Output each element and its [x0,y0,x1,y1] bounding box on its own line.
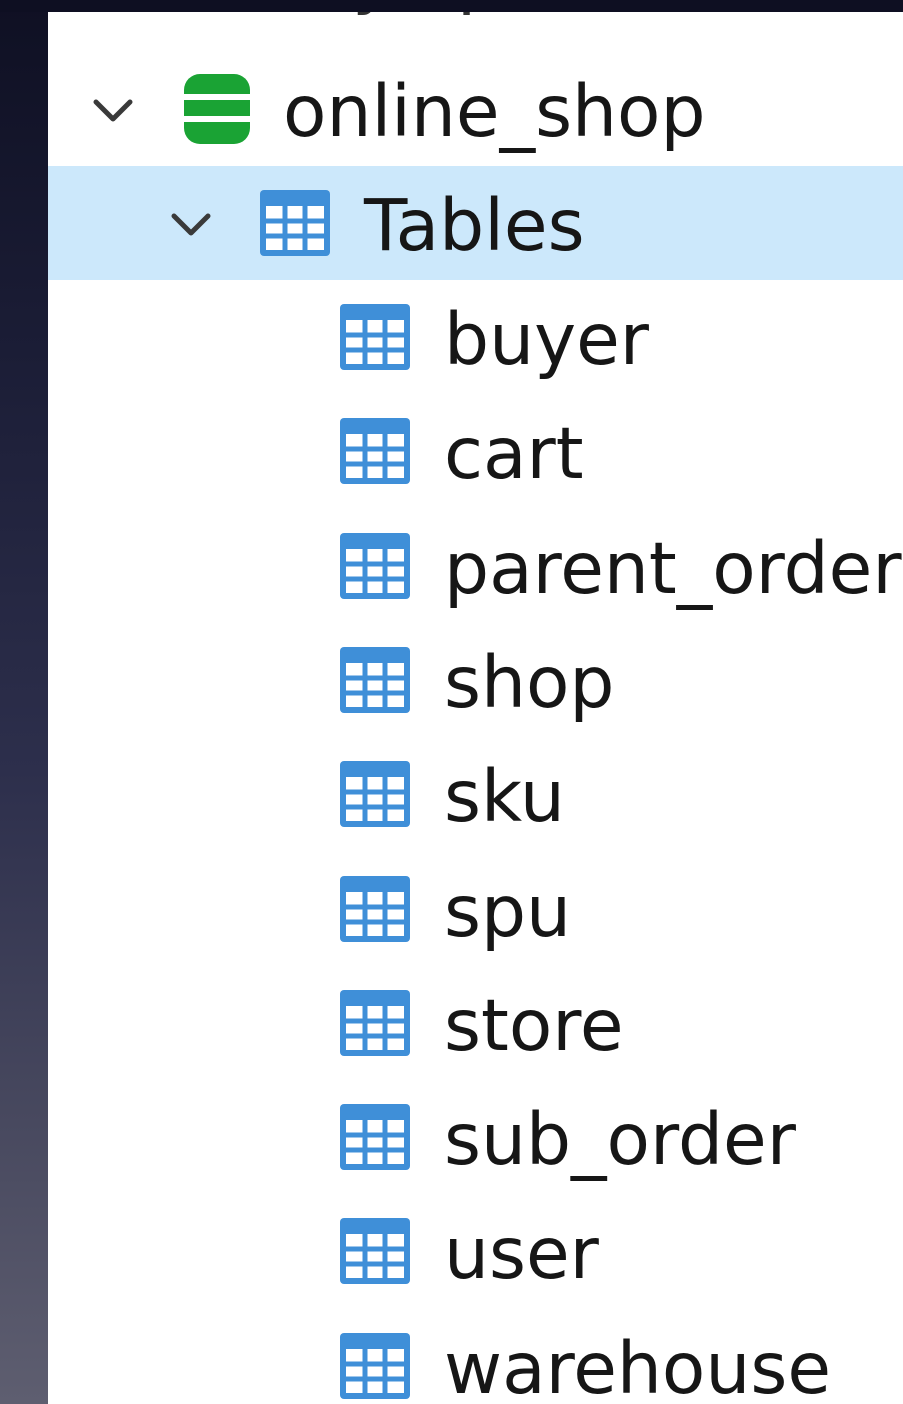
table-icon [336,1212,414,1290]
tree-node-label: spu [444,870,572,953]
tree-node-label: Tables [364,184,585,267]
tree-node-table-spu[interactable]: spu [48,852,903,966]
tree-node-label: sku [444,755,565,838]
tree-node-table-sub-order[interactable]: sub_order [48,1080,903,1194]
tree-node-table-parent-order[interactable]: parent_order [48,509,903,623]
tree-node-table-buyer[interactable]: buyer [48,280,903,394]
tree-node-label: shop [444,641,615,724]
database-green-icon [178,70,256,148]
tree-node-label: store [444,984,624,1067]
tree-node-label: parent_order [444,527,902,610]
table-icon [336,298,414,376]
table-icon [336,527,414,605]
table-icon [336,870,414,948]
tree-node-online-shop[interactable]: online_shop [48,52,903,166]
table-icon [336,984,414,1062]
tree-node-label: online_shop [283,70,706,153]
tree-node-label: cart [444,412,584,495]
tree-node-table-warehouse[interactable]: warehouse [48,1309,903,1404]
tree-node-label: sub_order [444,1098,796,1181]
tree-node-table-cart[interactable]: cart [48,394,903,508]
table-icon [256,184,334,262]
tree-node-label: buyer [444,298,649,381]
tree-node-tables-folder[interactable]: Tables [48,166,903,280]
tree-node-table-store[interactable]: store [48,966,903,1080]
table-icon [336,1327,414,1404]
table-icon [336,641,414,719]
navigator-tree-panel[interactable]: mysql online_shop [48,12,903,1404]
tree-node-table-user[interactable]: user [48,1194,903,1308]
table-icon [336,755,414,833]
chevron-down-icon[interactable] [168,208,214,242]
table-icon [336,412,414,490]
table-icon [336,1098,414,1176]
tree-node-label: user [444,1212,599,1295]
tree-node-table-sku[interactable]: sku [48,737,903,851]
tree-node-label: warehouse [444,1327,831,1404]
database-gray-icon [178,12,256,18]
window-top-edge [0,0,903,12]
tree-node-table-shop[interactable]: shop [48,623,903,737]
tree-node-mysql[interactable]: mysql [48,12,903,36]
chevron-down-icon[interactable] [90,94,136,128]
